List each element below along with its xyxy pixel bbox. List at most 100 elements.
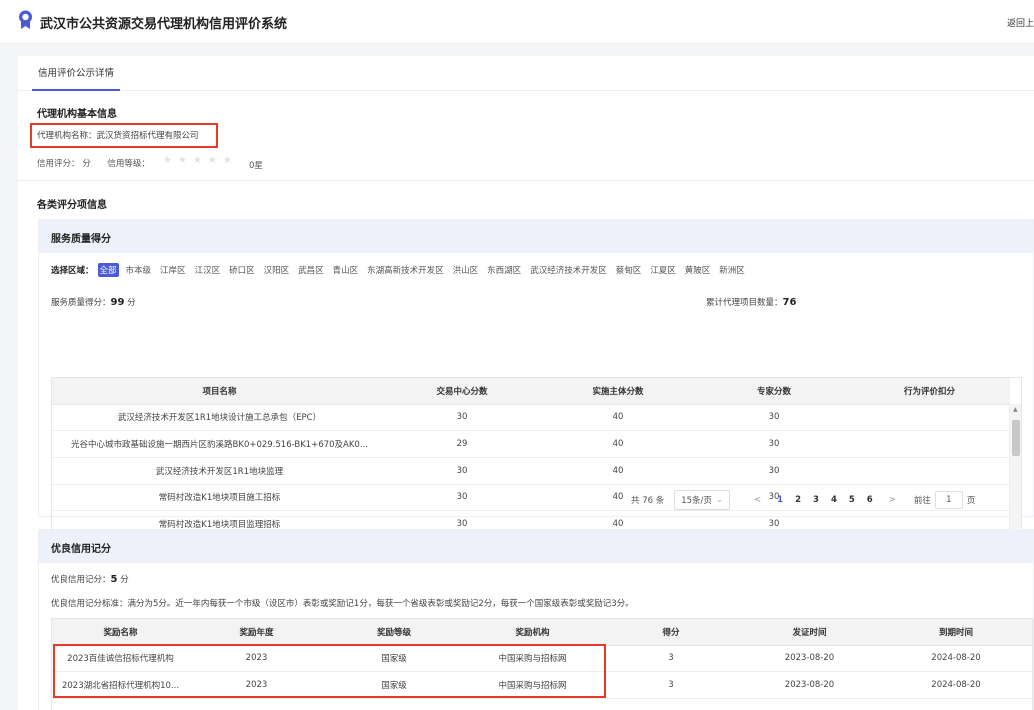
total-count: 共 76 条	[631, 496, 665, 506]
cell: 30	[699, 404, 849, 432]
service-table: 项目名称 交易中心分数 实施主体分数 专家分数 行为评价扣分 武汉经济技术开发区…	[51, 377, 1022, 537]
region-filter: 选择区域： 全部 市本级 江岸区 江汉区 硚口区 汉阳区 武昌区 青山区 东湖高…	[51, 263, 752, 277]
region-item[interactable]: 蔡甸区	[614, 263, 644, 277]
region-all[interactable]: 全部	[97, 263, 119, 277]
region-item[interactable]: 汉阳区	[262, 263, 292, 277]
cell: 30	[387, 457, 537, 485]
region-item[interactable]: 青山区	[331, 263, 361, 277]
cell: 30	[387, 404, 537, 432]
cell	[849, 430, 1010, 458]
region-item[interactable]: 江夏区	[648, 263, 678, 277]
top-bar: 武汉市公共资源交易代理机构信用评价系统 返回上	[0, 0, 1034, 44]
star-rating: ★ ★ ★ ★ ★	[163, 155, 232, 166]
good-credit-title: 优良信用记分	[51, 544, 111, 555]
page-5[interactable]: 5	[849, 495, 855, 505]
page-3[interactable]: 3	[813, 495, 819, 505]
col-header: 专家分数	[699, 378, 849, 405]
region-item[interactable]: 硚口区	[227, 263, 257, 277]
cell: 30	[699, 430, 849, 458]
detail-card: 信用评价公示详情 代理机构基本信息 代理机构名称：武汉货资招标代理有限公司 信用…	[18, 56, 1034, 710]
agency-name: 代理机构名称：武汉货资招标代理有限公司	[37, 131, 199, 141]
star-icon: ★	[192, 155, 202, 166]
col-header: 奖励年度	[189, 619, 324, 646]
service-score-label: 服务质量得分：	[51, 298, 111, 308]
page-size-value: 15条/页	[681, 496, 712, 506]
cell: 武汉经济技术开发区1R1地块监理	[52, 457, 387, 485]
table-header-row: 项目名称 交易中心分数 实施主体分数 专家分数 行为评价扣分	[52, 378, 1010, 405]
region-item[interactable]: 东西湖区	[485, 263, 523, 277]
cell: 3	[601, 645, 741, 673]
cell: 2023-08-20	[741, 645, 878, 673]
cell: 3	[601, 671, 741, 699]
divider	[18, 180, 1034, 181]
scroll-thumb[interactable]	[1012, 420, 1020, 456]
chevron-down-icon: ⌄	[715, 495, 724, 505]
cell: 2024-08-20	[878, 671, 1032, 699]
region-label: 选择区域：	[51, 266, 94, 276]
cell: 常码村改造K1地块项目施工招标	[52, 484, 387, 512]
service-score-unit: 分	[127, 298, 136, 308]
page-4[interactable]: 4	[831, 495, 837, 505]
star-icon: ★	[222, 155, 232, 166]
system-title: 武汉市公共资源交易代理机构信用评价系统	[40, 17, 288, 32]
service-quality-title: 服务质量得分	[51, 234, 111, 245]
project-count: 累计代理项目数量：76	[706, 296, 796, 308]
good-credit-standard: 优良信用记分标准：满分为5分。近一年内每获一个市级（设区市）表彰或奖励记1分，每…	[51, 599, 634, 609]
page-2[interactable]: 2	[795, 495, 801, 505]
back-link[interactable]: 返回上	[1007, 16, 1034, 29]
cell: 40	[537, 457, 699, 485]
col-header: 奖励名称	[52, 619, 189, 646]
prev-page-button[interactable]: <	[754, 495, 761, 505]
cell: 30	[387, 484, 537, 512]
table-row[interactable]: 光谷中心城市政基础设施一期西片区豹溪路BK0+029.516-BK1+670及A…	[52, 430, 1010, 458]
region-item[interactable]: 武昌区	[296, 263, 326, 277]
scroll-up-icon[interactable]: ▲	[1013, 406, 1018, 413]
cell: 29	[387, 430, 537, 458]
cell: 2023-08-20	[741, 671, 878, 699]
region-item[interactable]: 东湖高新技术开发区	[365, 263, 446, 277]
table-row[interactable]: 武汉经济技术开发区1R1地块监理 30 40 30	[52, 457, 1010, 485]
region-item[interactable]: 江汉区	[193, 263, 223, 277]
page-6[interactable]: 6	[867, 495, 873, 505]
project-count-value: 76	[782, 297, 797, 308]
col-header: 发证时间	[741, 619, 878, 646]
star-icon: ★	[163, 155, 172, 166]
goto-unit: 页	[966, 496, 976, 506]
page-1[interactable]: 1	[777, 495, 783, 505]
page-size-select[interactable]: 15条/页 ⌄	[674, 490, 731, 510]
cell: 40	[537, 404, 699, 432]
region-item[interactable]: 洪山区	[451, 263, 481, 277]
good-score-unit: 分	[120, 575, 129, 585]
cell: 2024-08-20	[878, 645, 1032, 673]
col-header: 奖励机构	[464, 619, 601, 646]
region-item[interactable]: 新洲区	[717, 263, 747, 277]
goto-input[interactable]: 1	[934, 491, 963, 509]
col-header: 交易中心分数	[387, 378, 537, 405]
project-count-label: 累计代理项目数量：	[706, 298, 783, 308]
highlight-box-awards	[53, 644, 606, 698]
col-header: 实施主体分数	[537, 378, 699, 405]
region-item[interactable]: 江岸区	[158, 263, 188, 277]
table-header-row: 奖励名称 奖励年度 奖励等级 奖励机构 得分 发证时间 到期时间	[52, 619, 1032, 646]
region-item[interactable]: 市本级	[124, 263, 154, 277]
next-page-button[interactable]: >	[889, 495, 896, 505]
good-credit-header: 优良信用记分	[39, 530, 1033, 563]
cell: 40	[537, 430, 699, 458]
table-scrollbar[interactable]: ▲ ▼	[1009, 404, 1021, 536]
good-credit-panel: 优良信用记分 优良信用记分：5 分 优良信用记分标准：满分为5分。近一年内每获一…	[38, 529, 1034, 710]
tab-credit-detail[interactable]: 信用评价公示详情	[32, 56, 121, 91]
region-item[interactable]: 黄陂区	[683, 263, 713, 277]
region-item[interactable]: 武汉经济技术开发区	[528, 263, 609, 277]
service-quality-header: 服务质量得分	[39, 220, 1033, 253]
star-label: 0星	[249, 161, 263, 171]
star-icon: ★	[177, 155, 187, 166]
good-credit-score: 优良信用记分：5 分	[51, 573, 129, 585]
table-row[interactable]: 武汉经济技术开发区1R1地块设计施工总承包（EPC） 30 40 30	[52, 404, 1010, 432]
service-score-value: 99	[110, 297, 125, 308]
tab-bar: 信用评价公示详情	[18, 56, 1034, 91]
col-header: 奖励等级	[324, 619, 464, 646]
cell: 30	[699, 457, 849, 485]
goto-label: 前往	[913, 496, 931, 506]
categories-title: 各类评分项信息	[37, 200, 107, 211]
goto-page: 前往 1 页	[913, 491, 976, 509]
